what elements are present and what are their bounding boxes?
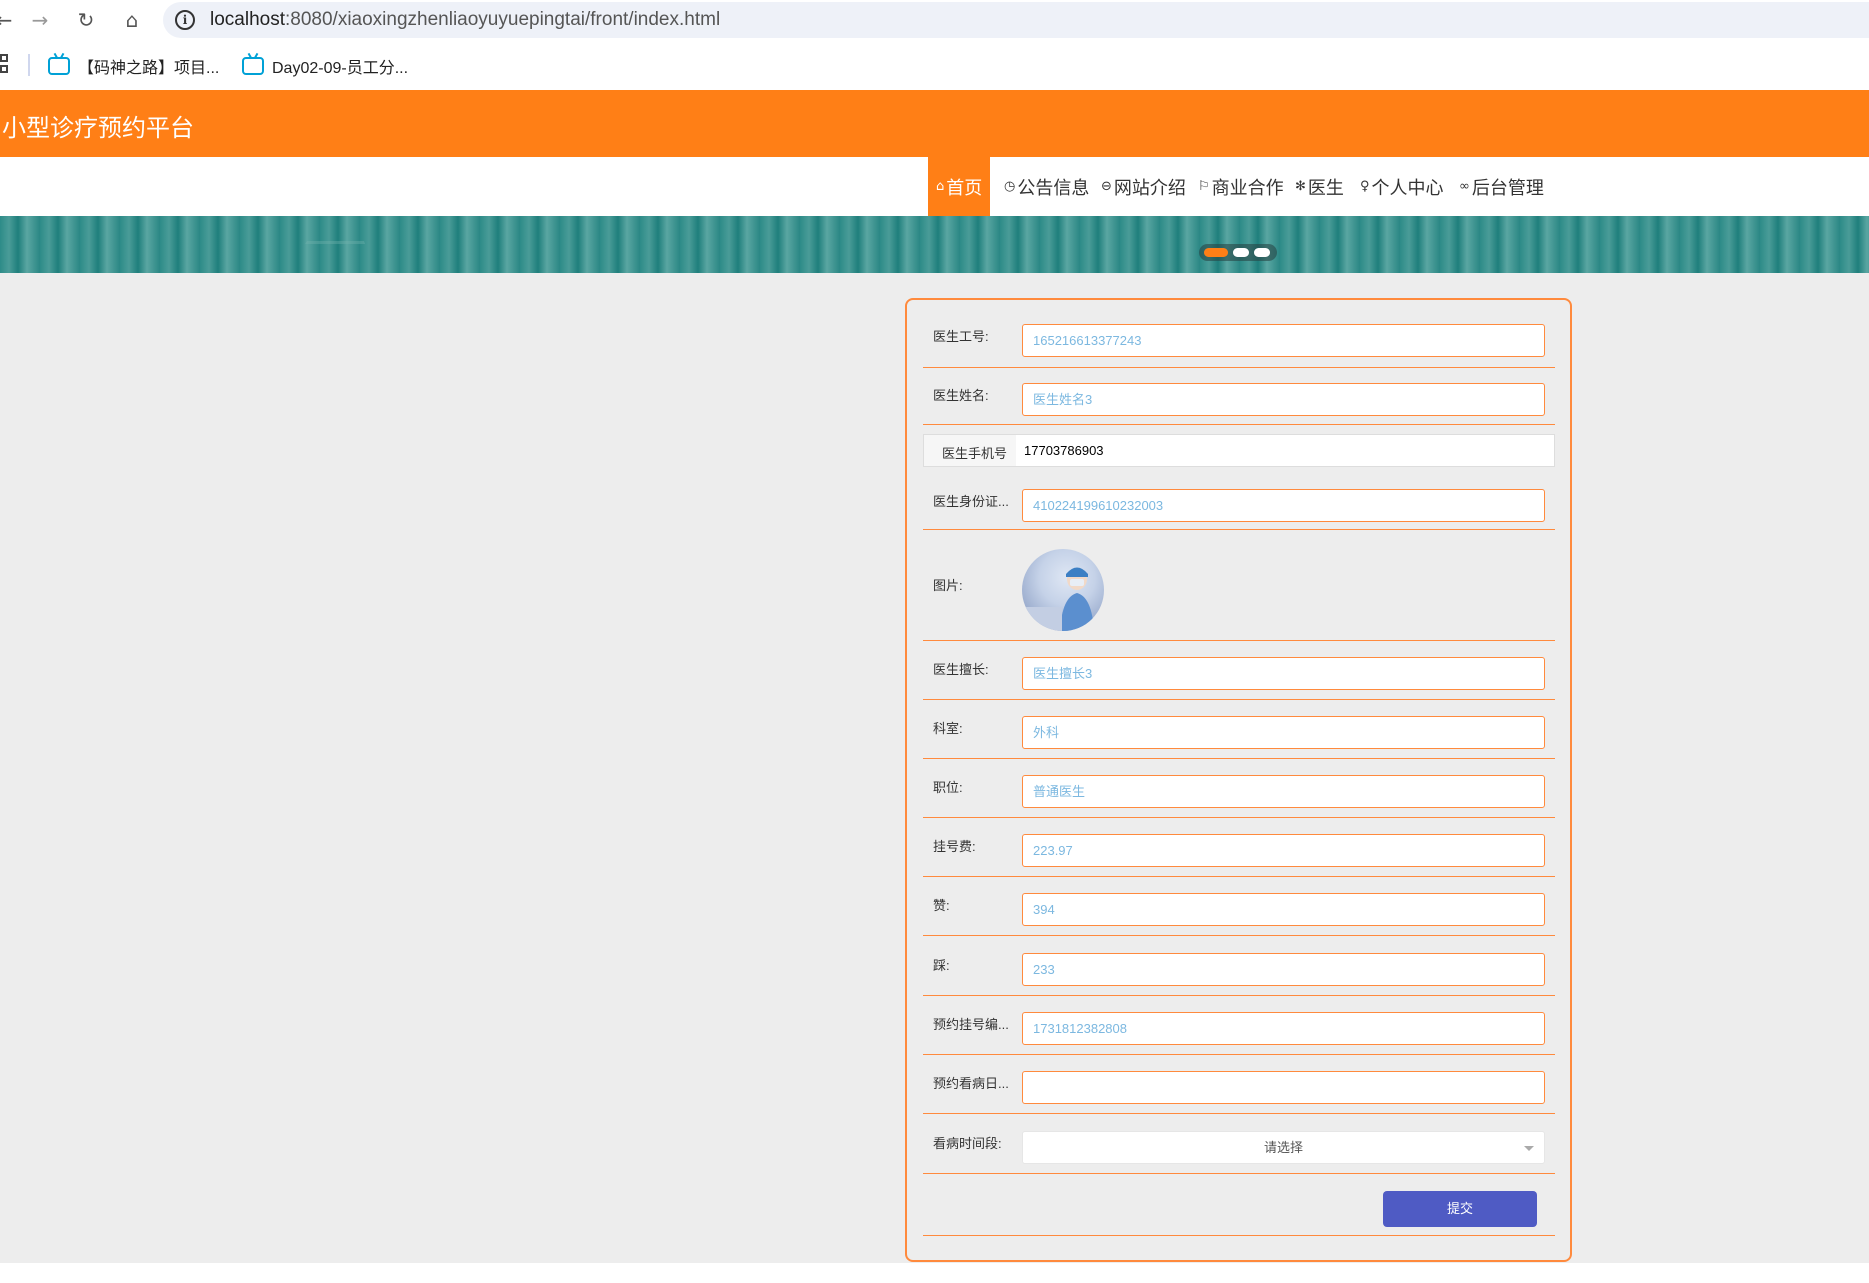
form-row-doctor-id: 医生工号: 165216613377243 (923, 312, 1555, 368)
form-row-doctor-phone: 医生手机号 17703786903 (923, 434, 1555, 472)
booking-no-label: 预约挂号编... (933, 1017, 1009, 1032)
submit-button[interactable]: 提交 (1383, 1191, 1537, 1227)
position-label: 职位: (933, 780, 963, 795)
fee-input[interactable]: 223.97 (1022, 834, 1545, 867)
user-icon: ♀ (1360, 179, 1370, 194)
booking-date-label: 预约看病日... (933, 1076, 1009, 1091)
snowflake-icon: ✻ (1295, 179, 1306, 194)
screen-icon: ⊖ (1101, 179, 1112, 194)
form-row-department: 科室: 外科 (923, 700, 1555, 759)
dislikes-label: 踩: (933, 958, 950, 973)
carousel-indicators (1199, 244, 1277, 261)
forward-icon[interactable]: → (26, 6, 54, 34)
carousel-dot-active[interactable] (1204, 248, 1228, 257)
main-nav: ⌂ 首页 ◷ 公告信息 ⊖ 网站介绍 ⚐ 商业合作 ✻ 医生 ♀ 个人中心 ∞ 后台管理 (0, 157, 1869, 216)
clock-icon: ◷ (1004, 179, 1016, 194)
banner-carousel[interactable] (0, 216, 1869, 273)
form-row-fee: 挂号费: 223.97 (923, 818, 1555, 877)
bookmark-label: Day02-09-员工分... (272, 60, 409, 77)
bilibili-icon (48, 57, 70, 75)
doctor-idcard-label: 医生身份证... (933, 494, 1009, 509)
nav-item-admin[interactable]: ∞ 后台管理 (1459, 157, 1544, 216)
doctor-id-input[interactable]: 165216613377243 (1022, 324, 1545, 357)
home-icon: ⌂ (936, 179, 945, 194)
nav-label: 个人中心 (1371, 177, 1444, 198)
form-row-booking-date: 预约看病日... (923, 1055, 1555, 1114)
bookmark-item[interactable]: 【码神之路】项目... (48, 54, 219, 78)
app-header: 小型诊疗预约平台 (0, 90, 1869, 157)
url-text[interactable]: localhost:8080/xiaoxingzhenliaoyuyueping… (210, 9, 720, 31)
carousel-dot[interactable] (1254, 248, 1270, 257)
apps-icon[interactable] (0, 54, 10, 74)
site-title: 小型诊疗预约平台 (2, 115, 194, 142)
flag-icon: ⚐ (1198, 179, 1210, 194)
doctor-photo-image (1022, 567, 1094, 631)
nav-item-profile[interactable]: ♀ 个人中心 (1360, 157, 1444, 216)
bilibili-icon (242, 57, 264, 75)
doctor-phone-label: 医生手机号 (942, 446, 1008, 461)
nav-label: 网站介绍 (1113, 177, 1186, 198)
nav-label: 商业合作 (1211, 177, 1284, 198)
doctor-phone-field: 医生手机号 17703786903 (923, 434, 1555, 467)
nav-label: 首页 (946, 177, 983, 198)
doctor-photo-avatar[interactable] (1022, 549, 1104, 631)
browser-toolbar: ← → ↻ ⌂ i localhost:8080/xiaoxingzhenlia… (0, 0, 1869, 40)
form-row-photo: 图片: (923, 530, 1555, 641)
booking-date-input[interactable] (1022, 1071, 1545, 1104)
position-input[interactable]: 普通医生 (1022, 775, 1545, 808)
dislikes-input[interactable]: 233 (1022, 953, 1545, 986)
form-row-position: 职位: 普通医生 (923, 759, 1555, 818)
department-label: 科室: (933, 721, 963, 736)
home-browser-icon[interactable]: ⌂ (118, 6, 146, 34)
nav-label: 后台管理 (1471, 177, 1544, 198)
nav-item-doctor[interactable]: ✻ 医生 (1295, 157, 1344, 216)
nav-label: 医生 (1307, 177, 1344, 198)
banner-decoration (294, 216, 366, 244)
link-icon: ∞ (1459, 179, 1470, 194)
bookmark-label: 【码神之路】项目... (78, 60, 220, 77)
doctor-id-label: 医生工号: (933, 329, 989, 344)
specialty-label: 医生擅长: (933, 662, 989, 677)
nav-item-business[interactable]: ⚐ 商业合作 (1198, 157, 1284, 216)
form-row-time-slot: 看病时间段: 请选择 (923, 1114, 1555, 1174)
carousel-dot[interactable] (1233, 248, 1249, 257)
time-slot-label: 看病时间段: (933, 1136, 1002, 1151)
photo-label: 图片: (933, 578, 963, 593)
doctor-name-label: 医生姓名: (933, 388, 989, 403)
likes-input[interactable]: 394 (1022, 893, 1545, 926)
time-slot-placeholder: 请选择 (1263, 1140, 1303, 1155)
form-row-dislikes: 踩: 233 (923, 936, 1555, 996)
form-row-booking-no: 预约挂号编... 1731812382808 (923, 996, 1555, 1055)
bookmark-separator (28, 54, 30, 76)
likes-label: 赞: (933, 898, 950, 913)
form-row-doctor-name: 医生姓名: 医生姓名3 (923, 368, 1555, 425)
doctor-idcard-input[interactable]: 410224199610232003 (1022, 489, 1545, 522)
department-input[interactable]: 外科 (1022, 716, 1545, 749)
site-info-icon[interactable]: i (175, 10, 195, 30)
nav-item-about[interactable]: ⊖ 网站介绍 (1101, 157, 1186, 216)
reload-icon[interactable]: ↻ (72, 6, 100, 34)
address-bar[interactable]: i localhost:8080/xiaoxingzhenliaoyuyuepi… (163, 2, 1869, 38)
specialty-input[interactable]: 医生擅长3 (1022, 657, 1545, 690)
back-icon[interactable]: ← (0, 6, 18, 34)
nav-label: 公告信息 (1017, 177, 1090, 198)
time-slot-select[interactable]: 请选择 (1022, 1131, 1545, 1164)
bookmark-item[interactable]: Day02-09-员工分... (242, 54, 408, 78)
form-row-likes: 赞: 394 (923, 877, 1555, 936)
booking-no-input[interactable]: 1731812382808 (1022, 1012, 1545, 1045)
nav-item-home[interactable]: ⌂ 首页 (928, 157, 991, 216)
chevron-down-icon (1524, 1146, 1534, 1151)
fee-label: 挂号费: (933, 839, 976, 854)
form-row-specialty: 医生擅长: 医生擅长3 (923, 641, 1555, 700)
doctor-phone-input[interactable]: 17703786903 (1016, 435, 1554, 466)
form-row-doctor-idcard: 医生身份证... 410224199610232003 (923, 472, 1555, 530)
bookmarks-bar: 【码神之路】项目... Day02-09-员工分... (0, 40, 1869, 90)
doctor-name-input[interactable]: 医生姓名3 (1022, 383, 1545, 416)
nav-item-notices[interactable]: ◷ 公告信息 (1004, 157, 1089, 216)
